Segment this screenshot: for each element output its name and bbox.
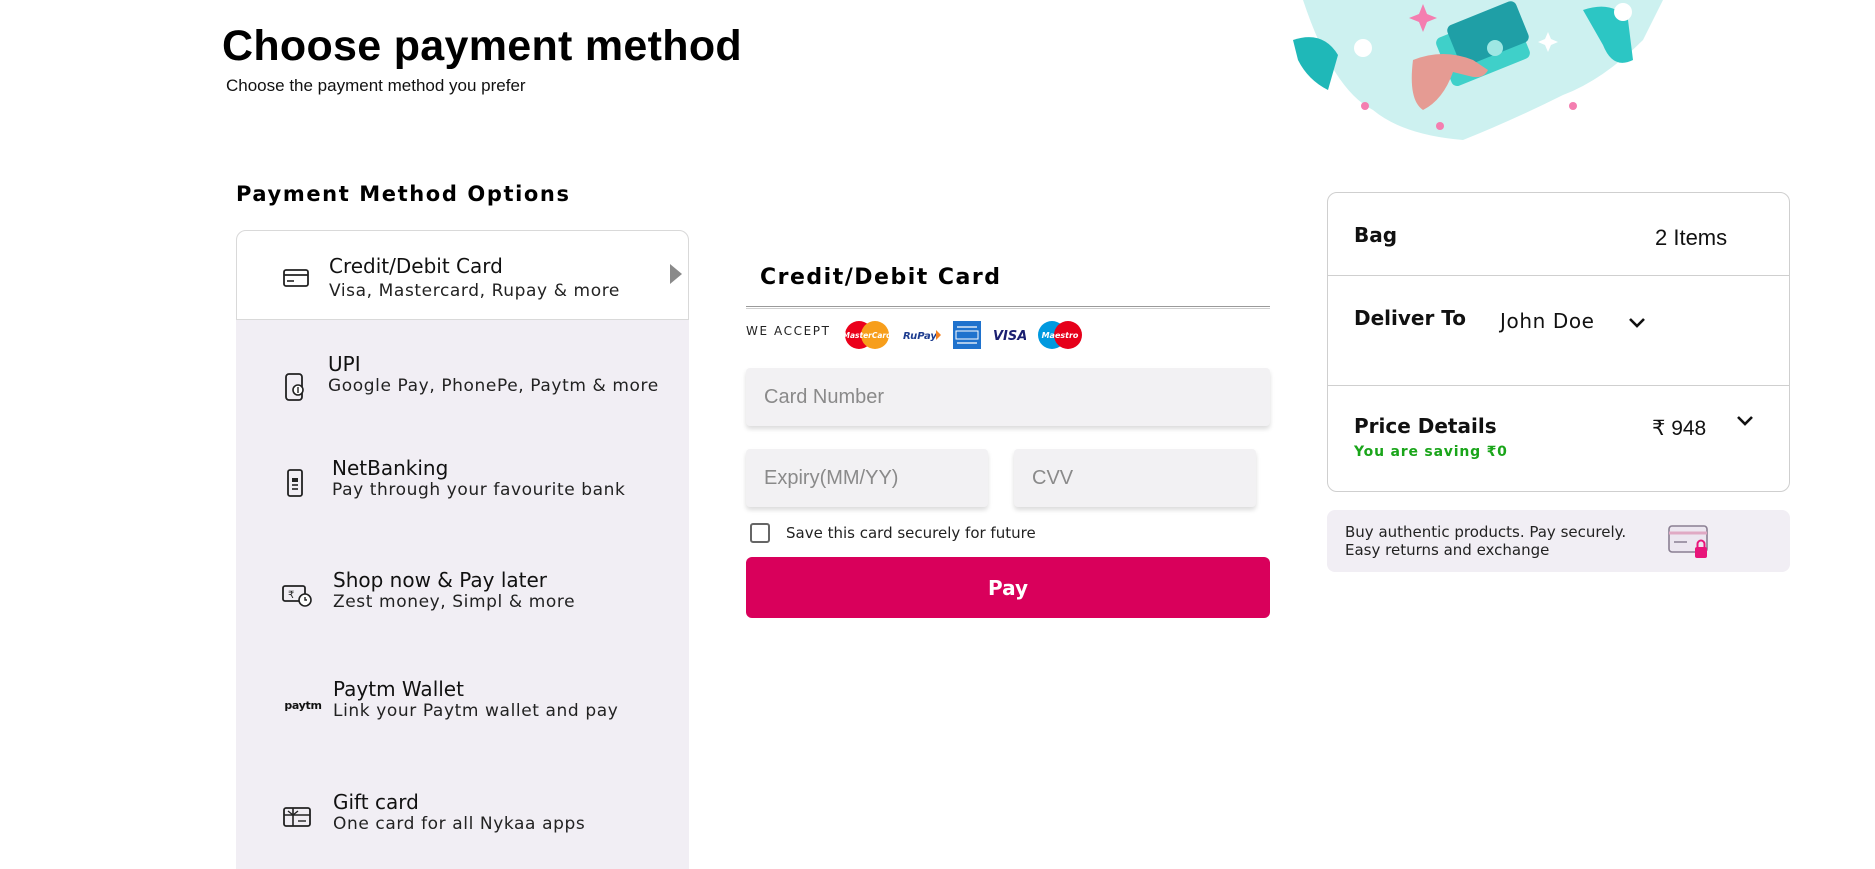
deliver-to-label: Deliver To	[1354, 306, 1467, 330]
caret-right-icon	[670, 264, 682, 284]
option-pay-later[interactable]: ₹ Shop now & Pay later Zest money, Simpl…	[236, 568, 689, 658]
svg-text:VISA: VISA	[993, 329, 1026, 344]
amex-logo	[953, 321, 981, 349]
bag-count: 2 Items	[1655, 225, 1728, 250]
option-subtitle: Google Pay, PhonePe, Paytm & more	[328, 376, 659, 396]
option-upi[interactable]: UPI Google Pay, PhonePe, Paytm & more	[236, 342, 689, 432]
payment-options-list: Credit/Debit Card Visa, Mastercard, Rupa…	[236, 230, 689, 869]
save-card-row: Save this card securely for future	[750, 523, 1036, 543]
save-card-label[interactable]: Save this card securely for future	[786, 524, 1036, 542]
secure-card-icon	[1668, 525, 1708, 558]
option-subtitle: One card for all Nykaa apps	[333, 814, 586, 834]
credit-card-icon	[281, 263, 311, 293]
card-number-input[interactable]	[746, 368, 1270, 426]
price-details-label: Price Details	[1354, 414, 1497, 438]
svg-text:RuPay: RuPay	[903, 331, 937, 342]
payment-illustration	[1293, 0, 1663, 140]
option-title: Gift card	[333, 790, 419, 814]
option-netbanking[interactable]: NetBanking Pay through your favourite ba…	[236, 456, 689, 546]
save-card-checkbox[interactable]	[750, 523, 770, 543]
pay-button[interactable]: Pay	[746, 557, 1270, 618]
trust-banner: Buy authentic products. Pay securely. Ea…	[1327, 510, 1790, 572]
options-title: Payment Method Options	[236, 182, 571, 206]
card-form-heading: Credit/Debit Card	[760, 265, 1002, 290]
order-summary: Bag 2 Items Deliver To John Doe Price De…	[1327, 192, 1790, 492]
page-subtitle: Choose the payment method you prefer	[226, 76, 526, 95]
paytm-icon: paytm	[284, 690, 322, 720]
option-subtitle: Pay through your favourite bank	[332, 480, 626, 500]
bag-row: Bag 2 Items	[1328, 193, 1789, 276]
svg-text:MasterCard: MasterCard	[843, 331, 893, 340]
option-title: Credit/Debit Card	[329, 254, 503, 278]
saving-text: You are saving ₹0	[1354, 444, 1508, 460]
deliver-to-row[interactable]: Deliver To John Doe	[1328, 276, 1789, 386]
option-subtitle: Visa, Mastercard, Rupay & more	[329, 281, 620, 301]
svg-text:₹: ₹	[288, 590, 294, 601]
option-title: NetBanking	[332, 456, 449, 480]
maestro-logo: Maestro	[1038, 321, 1082, 349]
accepted-cards: MasterCard RuPay VISA Maestro	[842, 318, 1084, 352]
expiry-input[interactable]	[746, 449, 988, 507]
option-subtitle: Link your Paytm wallet and pay	[333, 701, 619, 721]
option-title: UPI	[328, 352, 361, 376]
bag-label: Bag	[1354, 223, 1398, 247]
chevron-down-icon[interactable]	[1734, 410, 1756, 432]
option-subtitle: Zest money, Simpl & more	[333, 592, 576, 612]
mastercard-logo: MasterCard	[843, 321, 893, 349]
option-credit-debit-card[interactable]: Credit/Debit Card Visa, Mastercard, Rupa…	[236, 230, 689, 320]
trust-text: Buy authentic products. Pay securely. Ea…	[1345, 523, 1627, 559]
rupay-logo: RuPay	[903, 330, 941, 342]
we-accept-label: WE ACCEPT	[746, 324, 831, 338]
visa-logo: VISA	[993, 329, 1026, 344]
divider	[746, 306, 1270, 309]
bank-mobile-icon	[280, 468, 310, 498]
option-gift-card[interactable]: Gift card One card for all Nykaa apps	[236, 790, 689, 869]
deliver-to-name: John Doe	[1500, 309, 1595, 333]
page-title: Choose payment method	[222, 22, 742, 70]
upi-phone-icon	[280, 372, 310, 402]
paytm-mark: paytm	[284, 698, 322, 712]
rupee-clock-icon: ₹	[282, 580, 312, 610]
option-paytm-wallet[interactable]: paytm Paytm Wallet Link your Paytm walle…	[236, 677, 689, 770]
option-title: Paytm Wallet	[333, 677, 464, 701]
price-total: ₹ 948	[1652, 417, 1707, 440]
gift-card-icon	[282, 802, 312, 832]
chevron-down-icon[interactable]	[1626, 312, 1648, 334]
option-title: Shop now & Pay later	[333, 568, 548, 592]
cvv-input[interactable]	[1014, 449, 1256, 507]
svg-text:Maestro: Maestro	[1042, 331, 1079, 340]
